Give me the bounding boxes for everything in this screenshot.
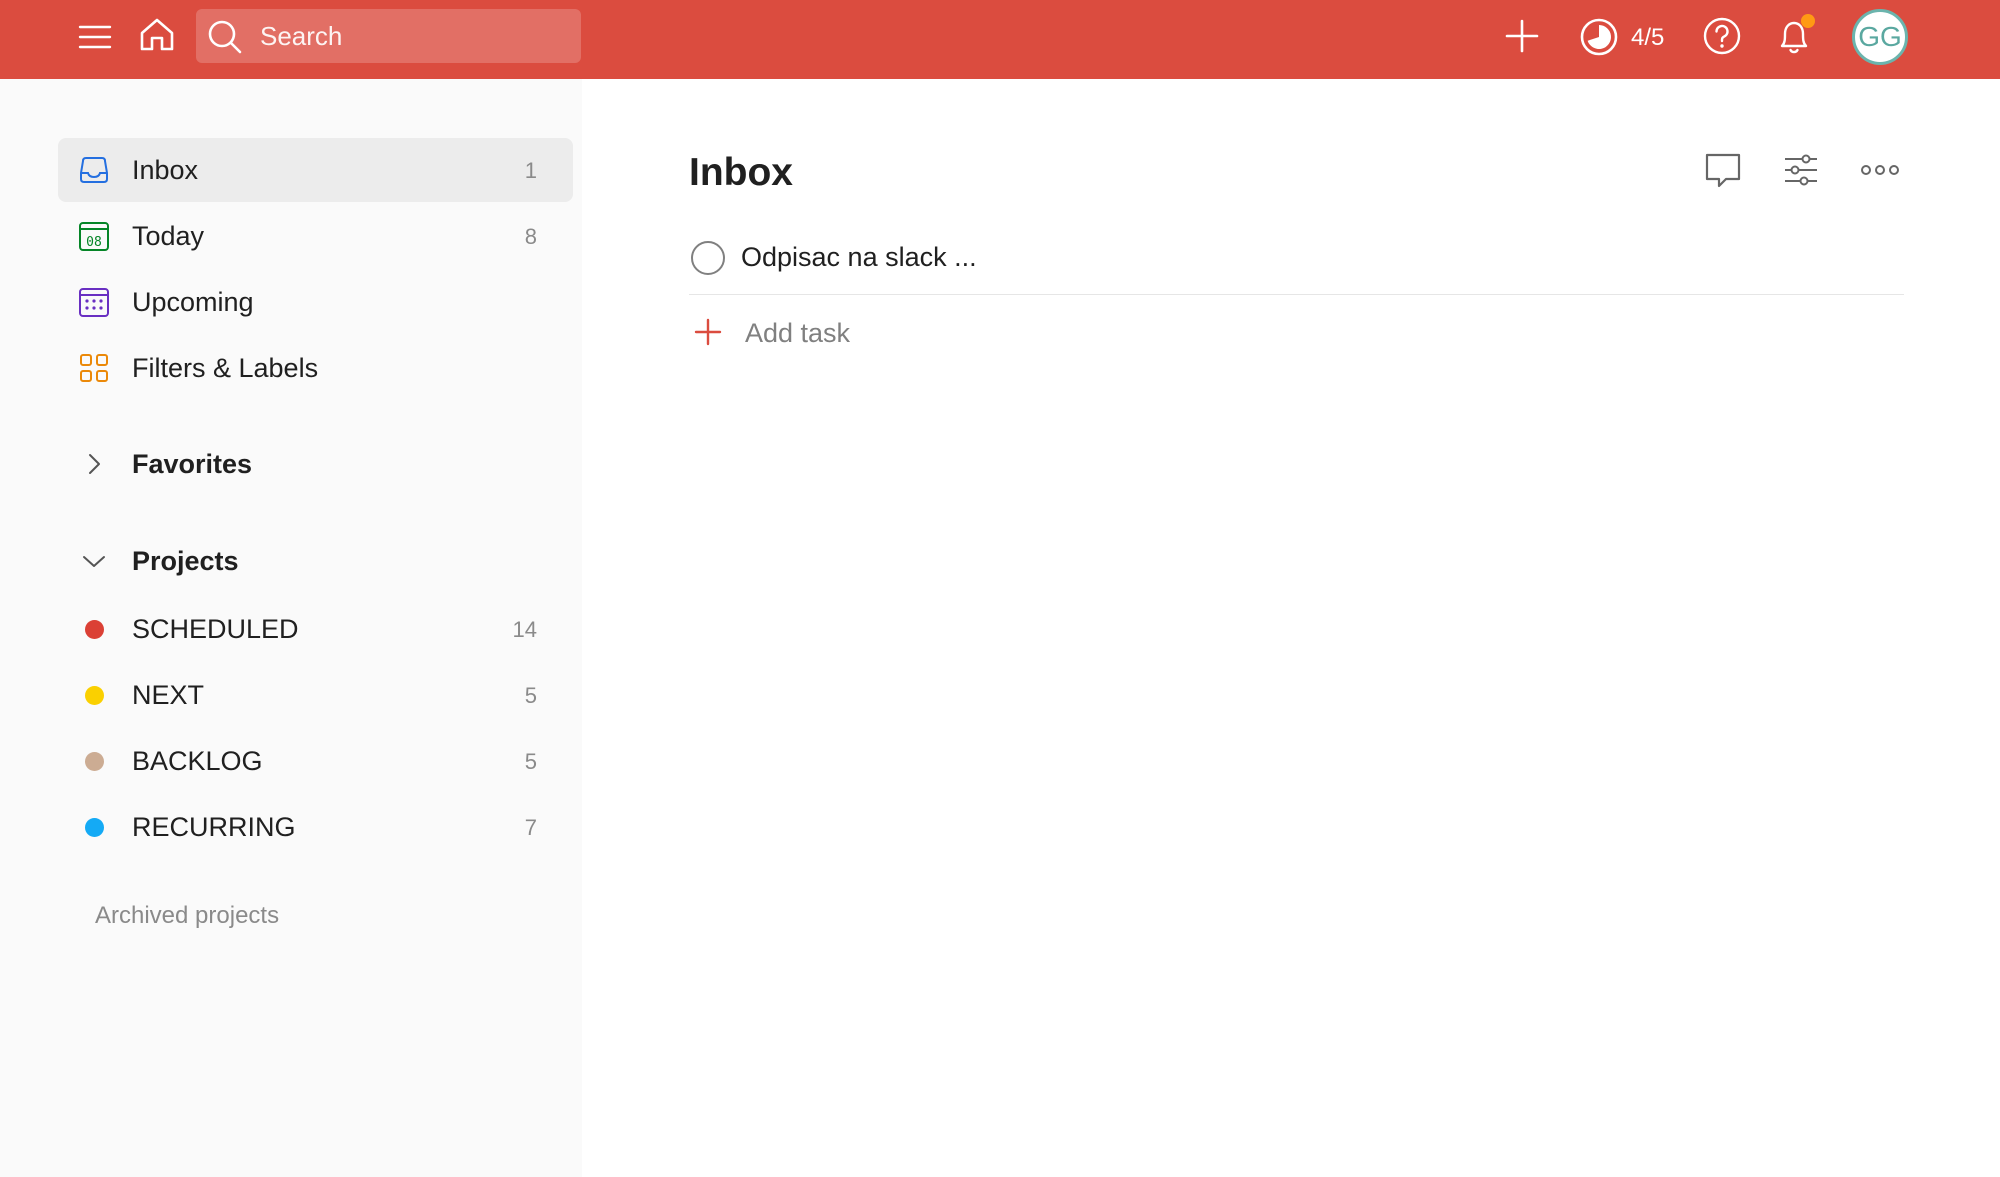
sidebar-item-label: Upcoming: [132, 287, 254, 317]
sidebar-item-label: Filters & Labels: [132, 353, 319, 383]
sidebar-item-upcoming[interactable]: Upcoming: [58, 270, 573, 334]
add-task-label: Add task: [745, 318, 851, 348]
karma-progress-text: 4/5: [1631, 24, 1665, 51]
chevron-down-icon: [80, 547, 108, 575]
plus-icon: [693, 317, 723, 347]
task-row[interactable]: Odpisac na slack ...: [689, 225, 1904, 295]
project-label: BACKLOG: [132, 746, 263, 776]
menu-icon[interactable]: [74, 16, 116, 58]
task-title[interactable]: Odpisac na slack ...: [741, 242, 977, 273]
search-input[interactable]: [260, 9, 570, 63]
page-title: Inbox: [689, 151, 793, 194]
today-date-text: 08: [86, 235, 102, 250]
search-icon: [206, 18, 244, 56]
project-label: RECURRING: [132, 812, 296, 842]
project-color-dot: [85, 752, 104, 771]
sidebar-item-filters-labels[interactable]: Filters & Labels: [58, 336, 573, 400]
sidebar-item-count: 8: [524, 224, 537, 249]
project-label: SCHEDULED: [132, 614, 299, 644]
chevron-right-icon: [80, 450, 108, 478]
projects-section-toggle[interactable]: Projects: [58, 531, 573, 591]
top-bar: 4/5 GG: [0, 0, 2000, 79]
project-item-backlog[interactable]: BACKLOG 5: [58, 729, 573, 793]
sidebar-item-label: Today: [132, 221, 205, 251]
task-complete-checkbox[interactable]: [691, 241, 725, 275]
help-icon[interactable]: [1700, 14, 1744, 58]
project-item-scheduled[interactable]: SCHEDULED 14: [58, 597, 573, 661]
favorites-section-toggle[interactable]: Favorites: [58, 434, 573, 494]
productivity-pie-icon: [1580, 18, 1618, 56]
filters-labels-icon: [78, 352, 110, 384]
quick-add-icon[interactable]: [1500, 14, 1544, 58]
project-count: 5: [524, 683, 537, 708]
add-task-button[interactable]: Add task: [689, 303, 1089, 361]
inbox-icon: [78, 154, 110, 186]
favorites-heading: Favorites: [132, 449, 253, 479]
calendar-upcoming-icon: [78, 286, 110, 318]
project-count: 14: [512, 617, 537, 642]
main-content: Inbox Odpisac na slack ... Add task: [582, 79, 2000, 1177]
productivity-button[interactable]: 4/5: [1578, 14, 1678, 58]
project-item-recurring[interactable]: RECURRING 7: [58, 795, 573, 859]
sidebar-item-today[interactable]: 08 Today 8: [58, 204, 573, 268]
view-options-icon[interactable]: [1780, 149, 1822, 191]
project-count: 5: [524, 749, 537, 774]
avatar[interactable]: GG: [1852, 9, 1908, 65]
more-options-icon[interactable]: [1858, 149, 1902, 191]
notification-dot: [1801, 14, 1815, 28]
comment-icon[interactable]: [1702, 149, 1744, 191]
project-color-dot: [85, 686, 104, 705]
calendar-today-icon: 08: [78, 220, 110, 252]
notifications-bell-icon[interactable]: [1772, 12, 1818, 60]
projects-heading: Projects: [132, 546, 239, 576]
project-color-dot: [85, 620, 104, 639]
sidebar-item-inbox[interactable]: Inbox 1: [58, 138, 573, 202]
sidebar-item-count: 1: [524, 158, 537, 183]
sidebar: Inbox 1 08 Today 8 Upcoming Filters & La…: [0, 79, 582, 1177]
sidebar-item-label: Inbox: [132, 155, 199, 185]
project-label: NEXT: [132, 680, 205, 710]
archived-projects-link[interactable]: Archived projects: [95, 902, 279, 930]
project-count: 7: [524, 815, 537, 840]
project-color-dot: [85, 818, 104, 837]
home-icon[interactable]: [136, 14, 178, 56]
search-box[interactable]: [196, 9, 581, 63]
project-item-next[interactable]: NEXT 5: [58, 663, 573, 727]
